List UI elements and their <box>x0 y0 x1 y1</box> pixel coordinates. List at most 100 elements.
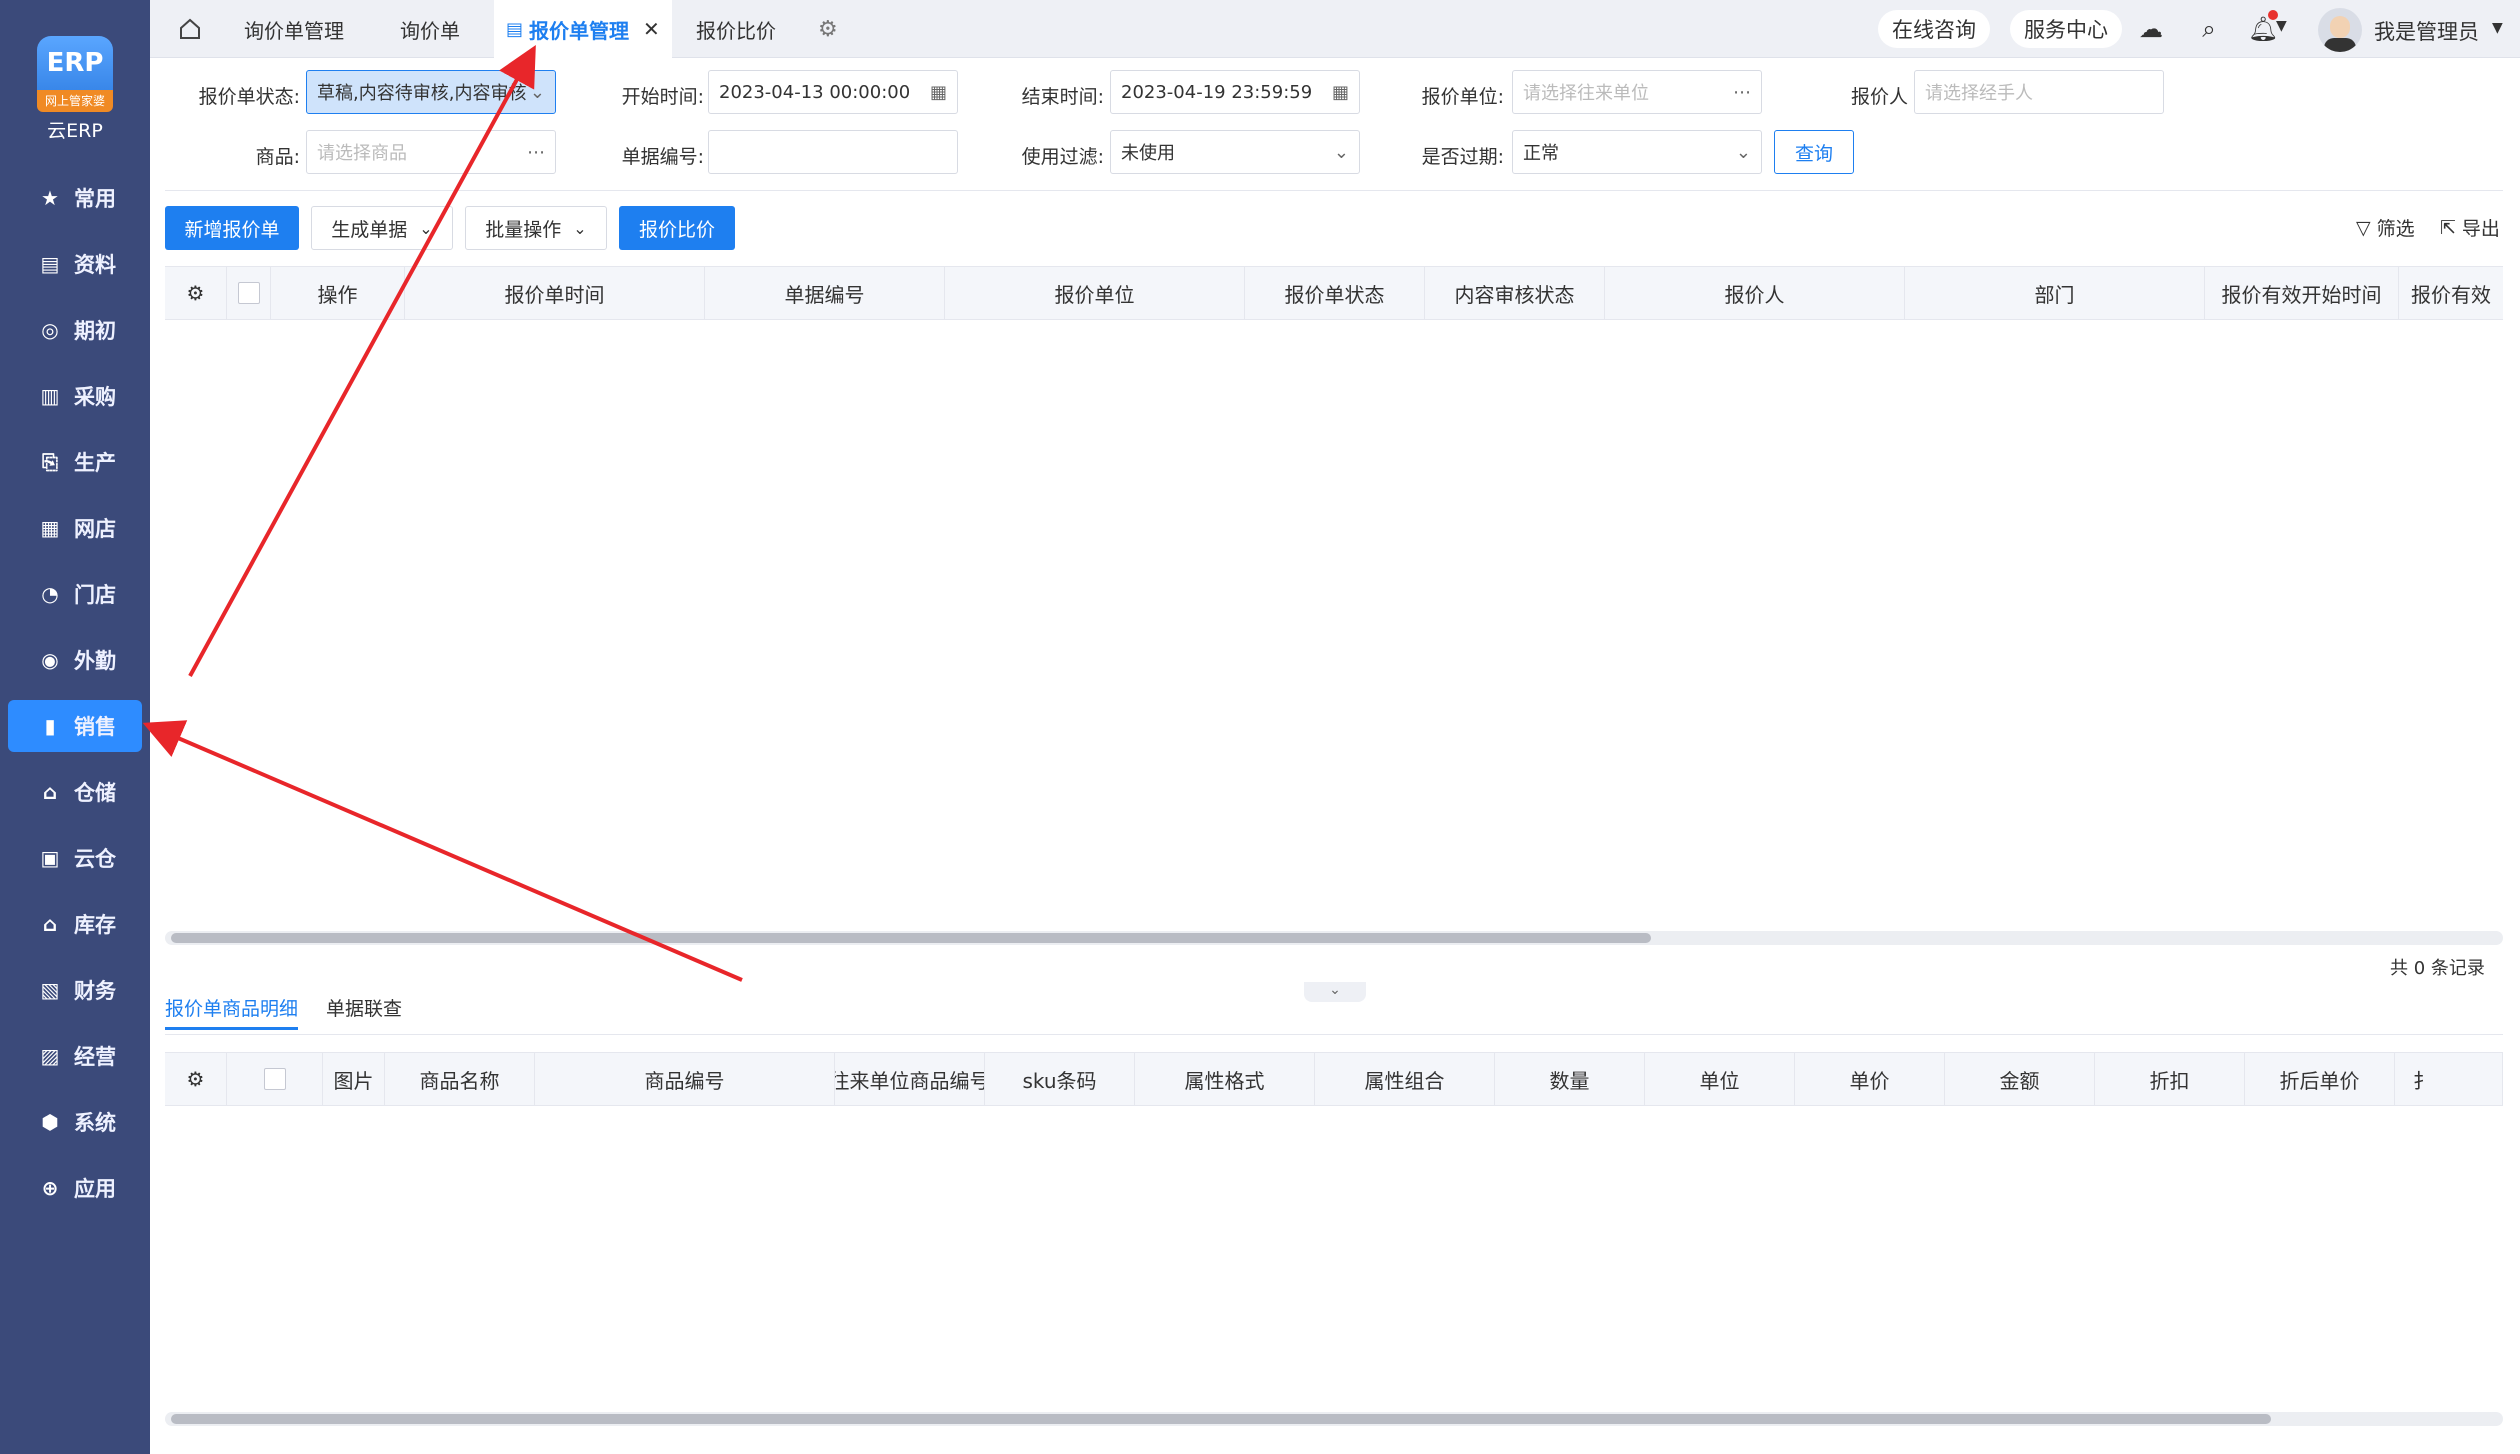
sidebar-item-warehouse[interactable]: ⌂ 仓储 <box>8 766 142 818</box>
column-header[interactable]: 单据编号 <box>705 267 945 319</box>
select-all-checkbox[interactable] <box>227 1053 323 1105</box>
cart-icon: ▥ <box>40 384 60 408</box>
column-header[interactable]: 图片 <box>323 1053 385 1105</box>
shop-icon: ▦ <box>40 516 60 540</box>
select-all-checkbox[interactable] <box>227 267 271 319</box>
sidebar-item-online-shop[interactable]: ▦ 网店 <box>8 502 142 554</box>
sidebar-item-label: 经营 <box>74 1045 116 1069</box>
sidebar-item-label: 云仓 <box>74 847 116 871</box>
start-time-input[interactable]: 2023-04-13 00:00:00 ▦ <box>708 70 958 114</box>
more-icon[interactable]: ⋯ <box>527 142 545 163</box>
chevron-down-icon[interactable]: ▼ <box>2276 18 2287 34</box>
column-header[interactable]: 属性格式 <box>1135 1053 1315 1105</box>
tab-inquiry-management[interactable]: 询价单管理 <box>244 0 344 58</box>
column-header[interactable]: 往来单位商品编号 <box>835 1053 985 1105</box>
column-header[interactable]: sku条码 <box>985 1053 1135 1105</box>
generate-bill-button[interactable]: 生成单据 ⌄ <box>311 206 453 250</box>
goods-input[interactable]: 请选择商品 ⋯ <box>306 130 556 174</box>
column-header[interactable]: 扌 <box>2395 1053 2503 1105</box>
column-header[interactable]: 单价 <box>1795 1053 1945 1105</box>
status-label: 报价单状态: <box>198 86 300 108</box>
more-icon[interactable]: ⋯ <box>1733 82 1751 103</box>
calendar-icon[interactable]: ▦ <box>1332 82 1349 103</box>
sidebar-item-inventory[interactable]: ⌂ 库存 <box>8 898 142 950</box>
column-header[interactable]: 报价单位 <box>945 267 1245 319</box>
column-header[interactable]: 报价有效开始时间 <box>2205 267 2399 319</box>
tab-quote-compare[interactable]: 报价比价 <box>696 0 776 58</box>
column-header[interactable]: 属性组合 <box>1315 1053 1495 1105</box>
chevron-down-icon: ⌄ <box>419 218 433 238</box>
user-name[interactable]: 我是管理员 <box>2374 16 2479 46</box>
expired-value: 正常 <box>1523 143 1559 164</box>
column-header[interactable]: 商品编号 <box>535 1053 835 1105</box>
column-header[interactable]: 数量 <box>1495 1053 1645 1105</box>
column-header[interactable]: 报价单时间 <box>405 267 705 319</box>
status-select[interactable]: 草稿,内容待审核,内容审核 ⌄ <box>306 70 556 114</box>
detail-table-scrollbar[interactable] <box>165 1412 2503 1426</box>
filter-link[interactable]: ▽ 筛选 <box>2356 214 2415 241</box>
tab-quote-management[interactable]: ▤ 报价单管理 ✕ <box>494 0 672 58</box>
use-filter-select[interactable]: 未使用 ⌄ <box>1110 130 1360 174</box>
sidebar-item-common[interactable]: ★ 常用 <box>8 172 142 224</box>
sidebar-item-business[interactable]: ▨ 经营 <box>8 1030 142 1082</box>
column-header[interactable]: 金额 <box>1945 1053 2095 1105</box>
service-center-button[interactable]: 服务中心 <box>2010 10 2122 48</box>
column-header[interactable]: 商品名称 <box>385 1053 535 1105</box>
calendar-icon[interactable]: ▦ <box>930 82 947 103</box>
expired-select[interactable]: 正常 ⌄ <box>1512 130 1762 174</box>
sidebar-item-production[interactable]: ⎘ 生产 <box>8 436 142 488</box>
column-header[interactable]: 折后单价 <box>2245 1053 2395 1105</box>
main-table-scrollbar[interactable] <box>165 931 2503 945</box>
online-consult-button[interactable]: 在线咨询 <box>1878 10 1990 48</box>
avatar[interactable] <box>2318 8 2362 52</box>
tab-goods-detail[interactable]: 报价单商品明细 <box>165 994 299 1030</box>
close-icon[interactable]: ✕ <box>643 17 660 41</box>
sidebar-item-finance[interactable]: ▧ 财务 <box>8 964 142 1016</box>
gear-icon[interactable]: ⚙ <box>818 0 838 58</box>
sidebar-item-label: 应用 <box>74 1177 116 1201</box>
quote-person-input[interactable]: 请选择经手人 <box>1914 70 2164 114</box>
column-header[interactable]: 部门 <box>1905 267 2205 319</box>
column-header[interactable]: 折扣 <box>2095 1053 2245 1105</box>
collapse-handle[interactable]: ⌄ <box>1304 982 1366 1002</box>
sidebar-item-system[interactable]: ⬢ 系统 <box>8 1096 142 1148</box>
table-settings-icon[interactable]: ⚙ <box>165 267 227 319</box>
column-header[interactable]: 操作 <box>271 267 405 319</box>
sidebar-item-sales[interactable]: ▮ 销售 <box>8 700 142 752</box>
funnel-icon: ▽ <box>2356 216 2371 239</box>
export-link[interactable]: ⇱ 导出 <box>2440 214 2500 241</box>
bill-no-input[interactable] <box>708 130 958 174</box>
home-icon[interactable] <box>178 17 202 41</box>
batch-operation-label: 批量操作 <box>485 218 562 241</box>
table-settings-icon[interactable]: ⚙ <box>165 1053 227 1105</box>
column-header[interactable]: 单位 <box>1645 1053 1795 1105</box>
sidebar-item-cloud-warehouse[interactable]: ▣ 云仓 <box>8 832 142 884</box>
quote-unit-input[interactable]: 请选择往来单位 ⋯ <box>1512 70 1762 114</box>
sidebar-item-field[interactable]: ◉ 外勤 <box>8 634 142 686</box>
batch-operation-button[interactable]: 批量操作 ⌄ <box>465 206 607 250</box>
sidebar-item-data[interactable]: ▤ 资料 <box>8 238 142 290</box>
column-header[interactable]: 报价有效 <box>2399 267 2503 319</box>
new-quote-button[interactable]: 新增报价单 <box>165 206 299 250</box>
search-icon[interactable]: ⌕ <box>2194 14 2224 44</box>
document-icon: ▤ <box>506 18 524 40</box>
end-time-input[interactable]: 2023-04-19 23:59:59 ▦ <box>1110 70 1360 114</box>
sidebar-item-label: 外勤 <box>74 649 116 673</box>
chevron-down-icon[interactable]: ▼ <box>2492 20 2503 36</box>
cloud-download-icon[interactable]: ☁ <box>2136 14 2166 44</box>
sidebar-item-initial[interactable]: ◎ 期初 <box>8 304 142 356</box>
column-header[interactable]: 报价单状态 <box>1245 267 1425 319</box>
sidebar-item-apps[interactable]: ⊕ 应用 <box>8 1162 142 1214</box>
query-button[interactable]: 查询 <box>1774 130 1854 174</box>
sidebar-item-purchase[interactable]: ▥ 采购 <box>8 370 142 422</box>
column-header[interactable]: 内容审核状态 <box>1425 267 1605 319</box>
sidebar-item-label: 期初 <box>74 319 116 343</box>
sidebar-item-label: 资料 <box>74 253 116 277</box>
quote-compare-button[interactable]: 报价比价 <box>619 206 735 250</box>
tab-inquiry[interactable]: 询价单 <box>400 0 460 58</box>
quote-unit-label: 报价单位: <box>1421 86 1504 108</box>
column-header[interactable]: 报价人 <box>1605 267 1905 319</box>
use-filter-value: 未使用 <box>1121 143 1175 164</box>
tab-bill-query[interactable]: 单据联查 <box>326 994 402 1030</box>
sidebar-item-store[interactable]: ◔ 门店 <box>8 568 142 620</box>
